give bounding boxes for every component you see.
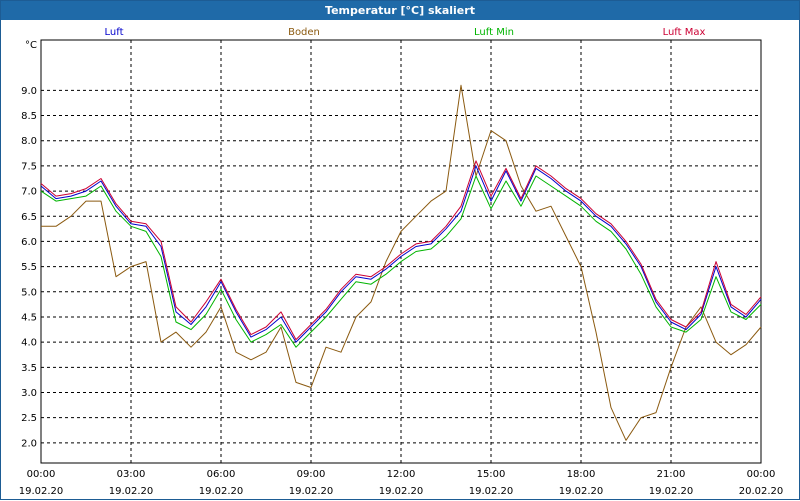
legend-entry-luft-min: Luft Min xyxy=(474,27,514,38)
legend-entry-luft-max: Luft Max xyxy=(663,27,706,38)
y-tick-label: 5.5 xyxy=(21,262,37,273)
y-tick-label: 8.0 xyxy=(21,136,37,147)
x-tick-time: 00:00 xyxy=(27,469,56,480)
y-tick-label: 6.0 xyxy=(21,237,37,248)
y-tick-label: 2.5 xyxy=(21,413,37,424)
y-axis-unit-label: °C xyxy=(25,40,37,51)
x-tick-date: 19.02.20 xyxy=(109,486,154,497)
x-tick-time: 06:00 xyxy=(207,469,236,480)
x-tick-date: 19.02.20 xyxy=(289,486,334,497)
legend-entry-boden: Boden xyxy=(288,27,320,38)
x-tick-time: 00:00 xyxy=(747,469,776,480)
x-tick-time: 18:00 xyxy=(567,469,596,480)
x-tick-date: 19.02.20 xyxy=(649,486,694,497)
x-tick-date: 19.02.20 xyxy=(199,486,244,497)
y-tick-label: 7.0 xyxy=(21,187,37,198)
x-tick-date: 19.02.20 xyxy=(19,486,64,497)
legend: Luft Boden Luft Min Luft Max xyxy=(105,27,706,38)
legend-entry-luft: Luft xyxy=(105,27,124,38)
y-tick-label: 3.5 xyxy=(21,363,37,374)
x-tick-time: 09:00 xyxy=(297,469,326,480)
x-tick-date: 19.02.20 xyxy=(379,486,424,497)
y-tick-label: 5.0 xyxy=(21,287,37,298)
x-tick-date: 19.02.20 xyxy=(469,486,514,497)
chart-window: Temperatur [°C] skaliert Luft Boden Luft… xyxy=(0,0,800,500)
x-tick-time: 12:00 xyxy=(387,469,416,480)
y-tick-label: 4.0 xyxy=(21,338,37,349)
y-tick-label: 9.0 xyxy=(21,86,37,97)
x-tick-date: 19.02.20 xyxy=(559,486,604,497)
y-tick-label: 7.5 xyxy=(21,161,37,172)
y-tick-label: 6.5 xyxy=(21,212,37,223)
x-tick-date: 20.02.20 xyxy=(739,486,784,497)
x-tick-time: 21:00 xyxy=(657,469,686,480)
y-tick-label: 8.5 xyxy=(21,111,37,122)
x-tick-time: 03:00 xyxy=(117,469,146,480)
y-tick-label: 2.0 xyxy=(21,438,37,449)
x-tick-time: 15:00 xyxy=(477,469,506,480)
y-tick-label: 4.5 xyxy=(21,312,37,323)
y-tick-label: 3.0 xyxy=(21,388,37,399)
temperature-chart: Luft Boden Luft Min Luft Max °C 2.0 2.5 3.… xyxy=(19,27,784,497)
